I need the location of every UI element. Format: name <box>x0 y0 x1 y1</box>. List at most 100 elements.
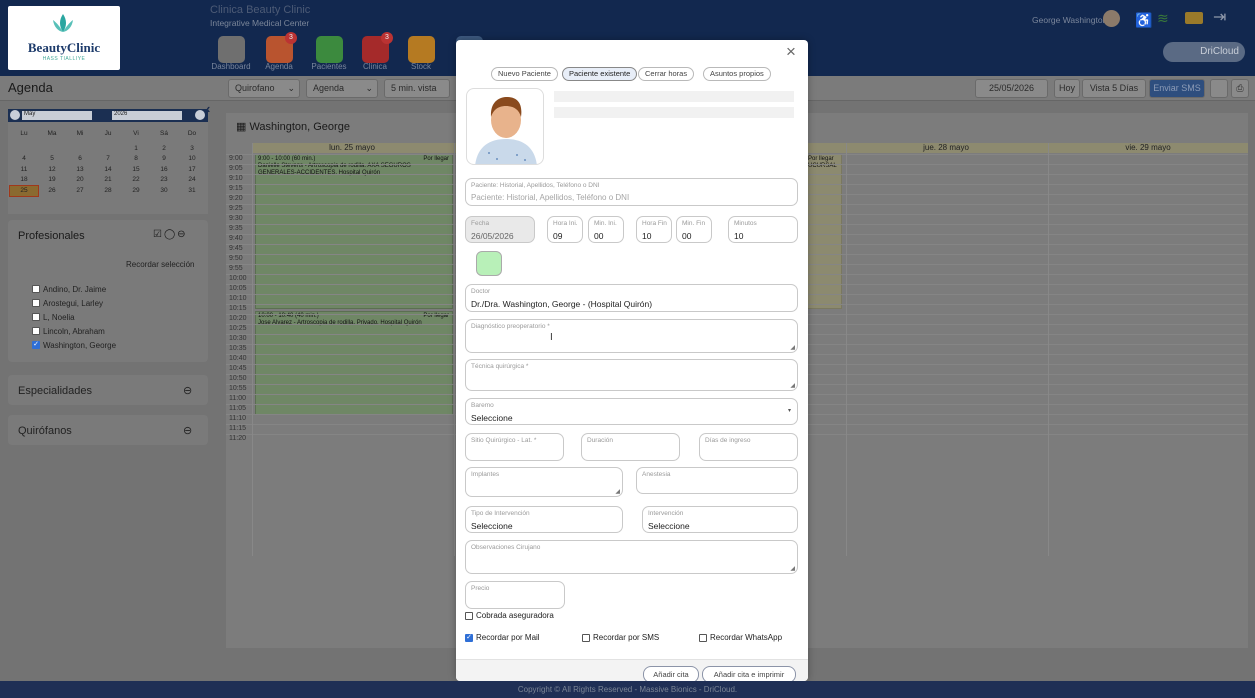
calendar-day[interactable]: 31 <box>178 186 206 197</box>
recordar-sms-checkbox[interactable]: Recordar por SMS <box>582 633 659 642</box>
nav-pacientes-label[interactable]: Pacientes <box>305 62 353 71</box>
user-avatar[interactable] <box>1103 10 1120 27</box>
view-select[interactable]: Vista 5 Días <box>1082 79 1146 98</box>
calendar-day[interactable] <box>38 144 66 155</box>
nav-stock-icon[interactable] <box>408 36 435 63</box>
quirofanos-panel[interactable]: Quirófanos ⊖ <box>8 415 208 445</box>
tab-nuevo-paciente[interactable]: Nuevo Paciente <box>491 67 558 81</box>
patient-search-field[interactable]: Paciente: Historial, Apellidos, Teléfono… <box>465 178 798 206</box>
calendar-day[interactable]: 24 <box>178 175 206 186</box>
profesional-checkbox[interactable]: ✓ Washington, George <box>32 338 116 352</box>
calendar-day[interactable]: 4 <box>10 154 38 165</box>
clinic-logo[interactable]: BeautyClinic HASS TIALLIYE <box>8 6 120 70</box>
implantes-field[interactable]: Implantes ◢ <box>465 467 623 497</box>
patient-avatar[interactable] <box>466 88 544 165</box>
cobrada-checkbox[interactable]: Cobrada aseguradora <box>465 611 554 620</box>
recordar-mail-checkbox[interactable]: ✓ Recordar por Mail <box>465 633 540 642</box>
calendar-day[interactable]: 27 <box>66 186 94 197</box>
profesional-checkbox[interactable]: Lincoln, Abraham <box>32 324 116 338</box>
interval-select[interactable]: 5 min. vista <box>384 79 450 98</box>
calendar-day[interactable]: 23 <box>150 175 178 186</box>
add-and-print-button[interactable]: Añadir cita e imprimir <box>702 666 796 681</box>
nav-agenda-icon[interactable]: 3 <box>266 32 297 63</box>
calendar-day[interactable]: 3 <box>178 144 206 155</box>
hora-fin-field[interactable]: Hora Fin 10 <box>636 216 672 243</box>
calendar-day[interactable]: 8 <box>122 154 150 165</box>
quirofano-select[interactable]: Quirofano ⌄ <box>228 79 300 98</box>
nav-stock-label[interactable]: Stock <box>397 62 445 71</box>
print-icon[interactable]: ⎙ <box>1231 79 1249 98</box>
message-icon[interactable] <box>1185 12 1203 24</box>
especialidades-panel[interactable]: Especialidades ⊖ <box>8 375 208 405</box>
calendar-day[interactable]: 9 <box>150 154 178 165</box>
calendar-day[interactable]: 30 <box>150 186 178 197</box>
nav-dashboard-label[interactable]: Dashboard <box>207 62 255 71</box>
calendar-day[interactable] <box>66 144 94 155</box>
diagnostico-field[interactable]: Diagnóstico preoperatorio * I ◢ <box>465 319 798 353</box>
sitio-field[interactable]: Sitio Quirúrgico - Lat. * <box>465 433 564 461</box>
calendar-day[interactable]: 19 <box>38 175 66 186</box>
profesional-checkbox[interactable]: L, Noelia <box>32 310 116 324</box>
tab-cerrar-horas[interactable]: Cerrar horas <box>638 67 695 81</box>
resize-handle-icon[interactable]: ◢ <box>615 488 620 495</box>
accessibility-icon[interactable]: ♿ <box>1135 12 1152 29</box>
logout-icon[interactable]: ⇥ <box>1213 7 1226 27</box>
dias-ingreso-field[interactable]: Días de ingreso <box>699 433 798 461</box>
remember-selection-link[interactable]: Recordar selección <box>126 260 194 269</box>
calendar-day[interactable]: 11 <box>10 165 38 176</box>
fecha-field[interactable]: Fecha 26/05/2026 <box>465 216 535 243</box>
nav-dashboard-icon[interactable] <box>218 36 245 63</box>
agenda-select[interactable]: Agenda ⌄ <box>306 79 378 98</box>
calendar-day[interactable]: 17 <box>178 165 206 176</box>
nav-agenda-label[interactable]: Agenda <box>255 62 303 71</box>
nav-clinica-label[interactable]: Clinica <box>351 62 399 71</box>
next-month-icon[interactable] <box>195 110 205 120</box>
expand-icon[interactable]: ⊖ <box>183 424 192 437</box>
expand-icon[interactable]: ⊖ <box>183 384 192 397</box>
calendar-day[interactable] <box>94 144 122 155</box>
resize-handle-icon[interactable]: ◢ <box>790 344 795 351</box>
add-appointment-button[interactable]: Añadir cita <box>643 666 699 681</box>
month-select[interactable]: May <box>22 111 92 120</box>
calendar-day[interactable]: 26 <box>38 186 66 197</box>
color-picker[interactable] <box>476 251 502 276</box>
calendar-day[interactable]: 29 <box>122 186 150 197</box>
resize-handle-icon[interactable]: ◢ <box>790 382 795 389</box>
calendar-day[interactable]: 14 <box>94 165 122 176</box>
resize-handle-icon[interactable]: ◢ <box>790 565 795 572</box>
duracion-field[interactable]: Duración <box>581 433 680 461</box>
baremo-select[interactable]: Baremo Seleccione ▾ <box>465 398 798 425</box>
hora-ini-field[interactable]: Hora Ini. 09 <box>547 216 583 243</box>
calendar-day[interactable]: 2 <box>150 144 178 155</box>
calendar-day[interactable]: 7 <box>94 154 122 165</box>
calendar-day[interactable]: 28 <box>94 186 122 197</box>
calendar-day[interactable]: 15 <box>122 165 150 176</box>
precio-field[interactable]: Precio <box>465 581 565 609</box>
profesionales-actions-icon[interactable]: ☑◯⊖ <box>153 229 188 240</box>
calendar-day[interactable]: 13 <box>66 165 94 176</box>
nav-clinica-icon[interactable]: 3 <box>362 32 393 63</box>
min-fin-field[interactable]: Min. Fin 00 <box>676 216 712 243</box>
profesional-checkbox[interactable]: Arostegui, Larley <box>32 296 116 310</box>
recordar-whatsapp-checkbox[interactable]: Recordar WhatsApp <box>699 633 782 642</box>
tab-asuntos-propios[interactable]: Asuntos propios <box>703 67 771 81</box>
calendar-day[interactable]: 16 <box>150 165 178 176</box>
anestesia-field[interactable]: Anestesia <box>636 467 798 494</box>
profesional-checkbox[interactable]: Andino, Dr. Jaime <box>32 282 116 296</box>
calendar-day[interactable]: 21 <box>94 175 122 186</box>
date-input[interactable]: 25/05/2026 <box>975 79 1048 98</box>
intervencion-select[interactable]: Intervención Seleccione <box>642 506 798 533</box>
user-name[interactable]: George Washington <box>1032 15 1107 25</box>
calendar-day[interactable]: 1 <box>122 144 150 155</box>
prev-month-icon[interactable] <box>10 110 20 120</box>
doctor-field[interactable]: Doctor Dr./Dra. Washington, George - (Hos… <box>465 284 798 312</box>
calendar-day[interactable]: 10 <box>178 154 206 165</box>
calendar-day[interactable]: 22 <box>122 175 150 186</box>
min-ini-field[interactable]: Min. Ini. 00 <box>588 216 624 243</box>
calendar-day[interactable]: 5 <box>38 154 66 165</box>
calendar-day[interactable] <box>10 144 38 155</box>
tecnica-field[interactable]: Técnica quirúrgica * ◢ <box>465 359 798 391</box>
send-sms-button[interactable]: Enviar SMS <box>1149 79 1205 98</box>
calendar-day[interactable]: 20 <box>66 175 94 186</box>
year-select[interactable]: 2026 <box>112 111 182 120</box>
